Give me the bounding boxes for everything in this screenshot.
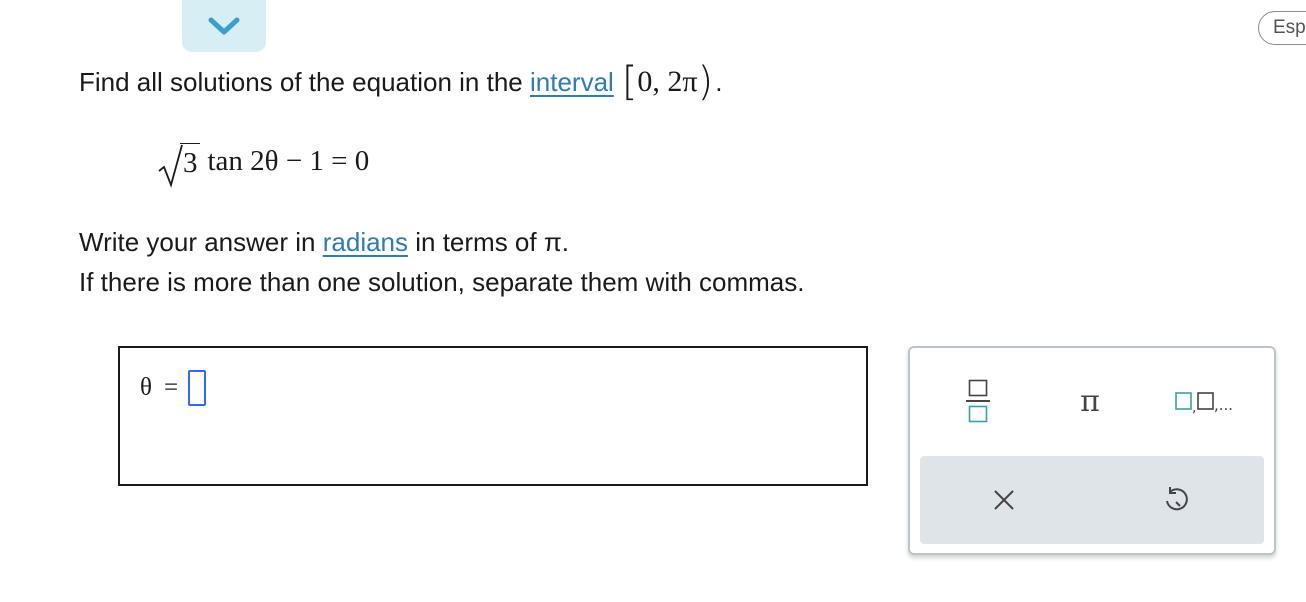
- instructions: Write your answer in radians in terms of…: [79, 222, 804, 302]
- collapse-tab-button[interactable]: [182, 0, 266, 52]
- interval-expression: [ 0, 2π ) .: [622, 58, 723, 106]
- answer-variable: θ: [140, 374, 152, 401]
- equation: 3 tan 2θ − 1 = 0: [158, 138, 370, 188]
- svg-text:,: ,: [1192, 400, 1196, 416]
- answer-input[interactable]: [188, 370, 207, 406]
- instruction-suffix: in terms of π.: [415, 227, 570, 257]
- undo-button[interactable]: [1156, 480, 1196, 520]
- instruction-prefix: Write your answer in: [79, 227, 316, 257]
- square-root: 3: [158, 142, 200, 188]
- list-button[interactable]: , ,...: [1168, 376, 1258, 426]
- problem-prompt: Find all solutions of the equation in th…: [79, 58, 722, 106]
- pi-label: π: [1080, 383, 1100, 419]
- close-icon: [994, 490, 1014, 510]
- instruction-line-1: Write your answer in radians in terms of…: [79, 222, 804, 262]
- interval-period: .: [715, 67, 723, 97]
- keypad-actions: [920, 456, 1264, 544]
- language-toggle-button[interactable]: Esp: [1258, 11, 1306, 45]
- answer-equals: =: [163, 374, 179, 401]
- answer-area[interactable]: θ =: [118, 346, 868, 486]
- list-icon: , ,...: [1175, 392, 1233, 416]
- list-suffix: ,...: [1214, 396, 1233, 414]
- prompt-text: Find all solutions of the equation in th…: [79, 67, 523, 97]
- answer-row: θ =: [140, 370, 207, 406]
- instruction-line-2: If there is more than one solution, sepa…: [79, 267, 805, 297]
- interval-open-bracket: [: [621, 59, 638, 105]
- equation-expression: tan 2θ − 1 = 0: [207, 144, 370, 177]
- clear-button[interactable]: [984, 480, 1024, 520]
- language-label: Esp: [1273, 17, 1306, 38]
- interval-close-paren: ): [697, 59, 714, 105]
- math-keypad: π , ,...: [908, 346, 1276, 555]
- interval-value: 0, 2π: [637, 65, 698, 98]
- chevron-down-icon: [208, 17, 240, 35]
- radians-link[interactable]: radians: [323, 227, 408, 257]
- fraction-icon: [966, 379, 990, 423]
- undo-icon: [1166, 487, 1188, 511]
- interval-link[interactable]: interval: [530, 58, 614, 106]
- radical-sign-icon: [158, 144, 183, 188]
- fraction-button[interactable]: [958, 376, 998, 426]
- pi-button[interactable]: π: [1070, 376, 1110, 426]
